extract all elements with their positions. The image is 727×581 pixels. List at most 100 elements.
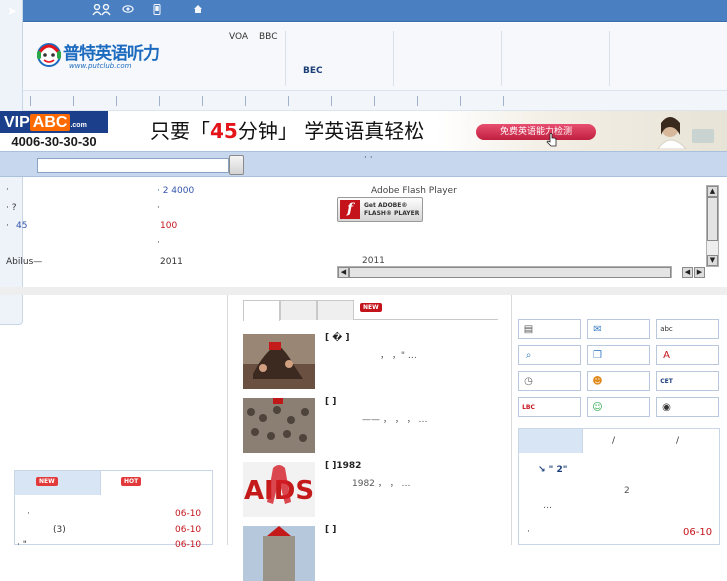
tab-separator: / [612,436,616,446]
horizontal-scrollbar[interactable]: ◀ [337,266,672,278]
chat-icon: ✉ [593,324,602,335]
list-item-date: 06-10 [175,509,202,519]
scroll-right-icon[interactable]: ▶ [694,267,705,278]
tab-new[interactable] [15,471,101,495]
header-link-voa[interactable]: VOA [229,32,248,42]
scroll-left-icon[interactable]: ◀ [338,267,349,278]
top-toolbar [0,0,727,22]
tab-separator: / [676,436,680,446]
flash-get-text: Get ADOBE® [364,202,408,209]
new-badge: NEW [36,477,58,486]
logo-text: 普特英语听力 [63,44,160,64]
search-input[interactable] [37,158,229,173]
news-item[interactable]: · [6,185,9,195]
tab-hot[interactable]: HOT [121,477,142,486]
vipabc-banner[interactable]: VIP ABC .com 4006-30-30-30 只要「45分钟」 学英语真轻松… [0,111,727,151]
grid-button-chat[interactable]: ✉ [587,319,650,339]
grid-button-abc[interactable]: abc [656,319,719,339]
eye-icon: ◉ [662,402,671,413]
grid-button-clock[interactable]: ◷ [518,371,581,391]
news-desc: ， ，" … [380,351,417,361]
news-title[interactable]: [ ] [325,525,336,535]
list-item[interactable]: (3) [53,525,66,535]
grid-button-document[interactable]: ❐ [587,345,650,365]
scroll-down-icon[interactable]: ▼ [707,255,718,266]
grid-button-cet[interactable]: CET [656,371,719,391]
nav-separator [288,96,289,106]
dictionary-icon: A [663,350,670,361]
get-flash-player-button[interactable]: f Get ADOBE® FLASH® PLAYER [337,197,423,222]
nav-separator [159,96,160,106]
news-thumbnail[interactable] [243,398,315,453]
list-item[interactable]: · [27,509,30,519]
banner-person-image [657,117,714,149]
news-title[interactable]: [ ]1982 [325,461,361,471]
search-icon: ⌕ [525,350,532,361]
site-header: 普特英语听力 www.putclub.com VOA BBC BEC [23,23,727,91]
tab-3[interactable] [317,300,354,320]
scroll-left-icon[interactable]: ◀ [682,267,693,278]
right-tab-1[interactable] [519,429,583,453]
svg-text:AIDS: AIDS [244,476,314,506]
nav-separator [202,96,203,106]
news-title[interactable]: [ ] [325,397,336,407]
news-thumbnail[interactable] [243,334,315,389]
vipabc-phone: 4006-30-30-30 [0,133,108,151]
search-button[interactable] [229,155,244,175]
news-desc: —— ， ， ， … [362,415,428,425]
section-divider [0,287,727,295]
list-item[interactable]: · [527,527,530,537]
lbc-icon: LBC [522,404,535,411]
radio-icon: ▤ [523,324,534,335]
news-thumbnail[interactable] [243,526,315,581]
header-link-bbc[interactable]: BBC [259,32,277,42]
mouse-cursor-icon [546,133,558,150]
people-icon[interactable] [92,3,112,20]
header-divider [609,31,610,86]
news-item[interactable]: · ? [6,203,17,213]
site-logo[interactable]: 普特英语听力 www.putclub.com [33,31,168,75]
news-item-year[interactable]: 2011 [160,257,183,267]
header-divider [393,31,394,86]
hot-news-badge: NEW [360,303,382,312]
featured-number: 2 [624,486,630,496]
home-icon[interactable] [193,4,203,18]
grid-button-dictionary[interactable]: A [656,345,719,365]
collapse-arrow-icon[interactable]: ➤ [4,3,20,19]
free-test-button[interactable]: 免费英语能力检测 [476,124,596,140]
news-item[interactable]: · [6,221,9,231]
news-item-number[interactable]: 100 [160,221,177,231]
flash-label: Adobe Flash Player [371,186,457,196]
list-item[interactable]: · " [17,540,27,550]
nav-separator [116,96,117,106]
tab-2[interactable] [280,300,317,320]
news-title[interactable]: [ � ] [325,333,350,343]
scroll-thumb-h[interactable] [349,267,671,278]
grid-button-search[interactable]: ⌕ [518,345,581,365]
scroll-thumb[interactable] [707,197,718,241]
featured-more[interactable]: … [543,501,552,511]
news-item[interactable]: · 2 4000 [157,186,194,196]
header-link-bec[interactable]: BEC [303,66,323,76]
grid-button-eye[interactable]: ◉ [656,397,719,417]
nav-separator [460,96,461,106]
news-thumbnail[interactable]: AIDS [243,462,315,517]
tab-1[interactable] [243,300,280,321]
news-item[interactable]: · [157,203,160,213]
featured-headline[interactable]: ↘ " 2" [538,465,567,475]
nav-separator [245,96,246,106]
column-divider [227,295,228,545]
scroll-up-icon[interactable]: ▲ [707,186,718,197]
vertical-scrollbar[interactable]: ▲ ▼ [706,185,719,267]
eye-icon[interactable] [122,4,134,18]
news-item[interactable]: · [157,238,160,248]
grid-button-group[interactable]: ☺ [587,397,650,417]
grid-button-lbc[interactable]: LBC [518,397,581,417]
news-item-number[interactable]: 45 [16,221,27,231]
phone-icon[interactable] [153,4,161,19]
grid-button-user[interactable]: ☻ [587,371,650,391]
search-hint: · · [364,153,373,163]
document-icon: ❐ [593,350,602,361]
news-item[interactable]: Abilus— [6,257,42,267]
grid-button-radio[interactable]: ▤ [518,319,581,339]
